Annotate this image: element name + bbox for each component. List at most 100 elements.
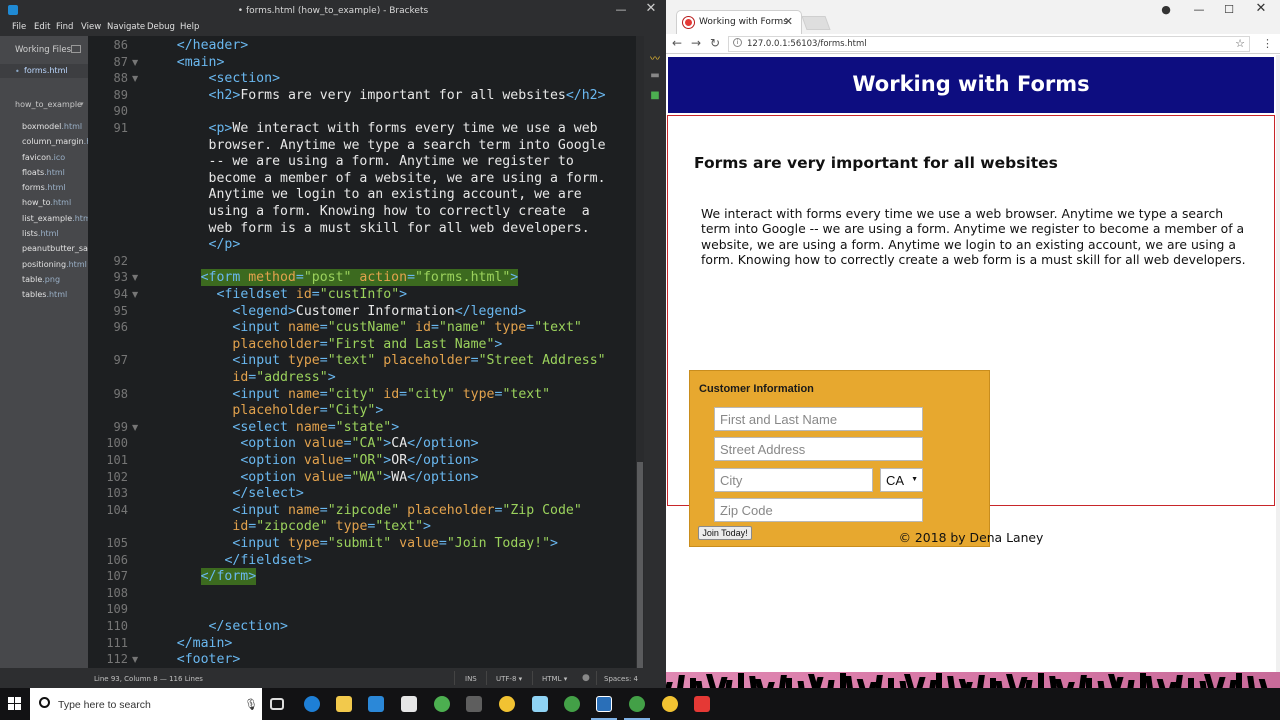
site-info-icon[interactable]: i [733,38,742,47]
fold-arrow-icon[interactable]: ▼ [132,74,138,83]
browser-tab[interactable]: Working with Forms ✕ [676,10,802,34]
city-input[interactable]: City [714,468,873,492]
code-line[interactable]: browser. Anytime we type a search term i… [140,137,638,154]
project-dropdown-icon[interactable]: ▾ [80,100,84,108]
reload-icon[interactable]: ↻ [710,36,720,50]
bookmark-star-icon[interactable]: ☆ [1235,37,1245,50]
fold-arrow-icon[interactable]: ▼ [132,58,138,67]
chrome-taskbar-icon[interactable] [434,696,450,712]
code-line[interactable]: <fieldset id="custInfo"> [140,286,638,303]
code-line[interactable]: </fieldset> [140,552,638,569]
page-scrollbar[interactable] [1276,55,1280,672]
editor-scrollbar[interactable] [636,36,644,668]
lint-status-icon[interactable]: ● [582,673,590,683]
code-line[interactable] [140,253,638,270]
split-view-icon[interactable] [71,45,81,53]
app-icon[interactable] [694,696,710,712]
code-line[interactable]: placeholder="City"> [140,402,638,419]
fold-arrow-icon[interactable]: ▼ [132,655,138,664]
menu-file[interactable]: File [12,22,26,32]
code-line[interactable]: </header> [140,37,638,54]
code-line[interactable]: Anytime we login to an existing account,… [140,186,638,203]
windows-start-icon[interactable] [8,697,22,711]
code-line[interactable]: become a member of a website, we are usi… [140,170,638,187]
microphone-icon[interactable]: 🎙 [244,698,258,711]
name-input[interactable]: First and Last Name [714,407,923,431]
fold-arrow-icon[interactable]: ▼ [132,423,138,432]
code-line[interactable]: <input type="submit" value="Join Today!"… [140,535,638,552]
app-icon[interactable] [532,696,548,712]
code-line[interactable]: <main> [140,54,638,71]
project-file-item[interactable]: forms.html [22,183,88,198]
code-area[interactable]: </header> <main> <section> <h2>Forms are ve… [140,36,638,668]
chrome-canary-icon[interactable] [662,696,678,712]
fold-arrow-icon[interactable]: ▼ [132,290,138,299]
maximize-icon[interactable]: ☐ [1217,3,1241,16]
code-line[interactable]: <input name="custName" id="name" type="t… [140,319,638,336]
close-icon[interactable]: ✕ [636,1,666,16]
chrome-canary-icon[interactable] [499,696,515,712]
code-line[interactable]: <select name="state"> [140,419,638,436]
code-line[interactable]: </section> [140,618,638,635]
code-line[interactable]: placeholder="First and Last Name"> [140,336,638,353]
project-file-item[interactable]: list_example.htm [22,214,88,229]
editor-scroll-thumb[interactable] [637,462,643,668]
project-file-item[interactable]: floats.html [22,168,88,183]
project-file-item[interactable]: positioning.html [22,260,88,275]
code-line[interactable] [140,601,638,618]
code-line[interactable]: web form is a must skill for all web dev… [140,220,638,237]
code-line[interactable]: </select> [140,485,638,502]
code-line[interactable]: <input name="city" id="city" type="text" [140,386,638,403]
code-line[interactable]: <p>We interact with forms every time we … [140,120,638,137]
forward-arrow-icon[interactable]: → [691,36,701,50]
tab-close-icon[interactable]: ✕ [784,15,793,28]
task-view-icon[interactable] [270,698,284,710]
project-file-item[interactable]: peanutbutter_sar [22,244,88,259]
new-tab-button[interactable] [801,16,831,30]
chrome-taskbar-icon[interactable] [564,696,580,712]
project-file-item[interactable]: boxmodel.html [22,122,88,137]
indent-spaces[interactable]: Spaces: 4 [604,675,638,683]
code-line[interactable]: <h2>Forms are very important for all web… [140,87,638,104]
menu-edit[interactable]: Edit [34,22,50,32]
working-file-item[interactable]: • forms.html [0,64,88,78]
project-file-item[interactable]: lists.html [22,229,88,244]
code-line[interactable]: </form> [140,568,638,586]
profile-icon[interactable]: ● [1154,3,1178,16]
menu-navigate[interactable]: Navigate [107,22,145,32]
linter-icon[interactable]: ■ [648,90,662,102]
url-text[interactable]: 127.0.0.1:56103/forms.html [747,39,867,49]
menu-help[interactable]: Help [180,22,199,32]
close-icon[interactable]: ✕ [1249,1,1273,16]
menu-debug[interactable]: Debug [147,22,175,32]
insert-mode[interactable]: INS [465,675,477,683]
minimize-icon[interactable]: — [606,3,636,16]
menu-view[interactable]: View [81,22,101,32]
fold-arrow-icon[interactable]: ▼ [132,273,138,282]
code-line[interactable]: <footer> [140,651,638,668]
project-file-item[interactable]: how_to.html [22,198,88,213]
code-line[interactable]: </main> [140,635,638,652]
code-line[interactable]: <legend>Customer Information</legend> [140,303,638,320]
code-line[interactable]: <input type="text" placeholder="Street A… [140,352,638,369]
extension-manager-icon[interactable]: ▬ [648,70,662,82]
chrome-menu-icon[interactable]: ⋮ [1262,37,1273,50]
store-icon[interactable] [368,696,384,712]
code-line[interactable]: -- we are using a form. Anytime we regis… [140,153,638,170]
menu-find[interactable]: Find [56,22,73,32]
live-preview-icon[interactable]: 〰 [648,50,662,65]
app-icon[interactable] [466,696,482,712]
code-line[interactable] [140,103,638,120]
file-explorer-icon[interactable] [336,696,352,712]
chrome-taskbar-icon[interactable] [629,696,645,712]
mail-icon[interactable] [401,696,417,712]
project-name[interactable]: how_to_example [15,100,82,109]
code-editor[interactable]: 86 87 ▼ 88 ▼ 89 90 91 92 93 ▼ 94 ▼ 95 96 97 98 99 ▼ 100 101 1… [88,36,638,668]
brackets-taskbar-icon[interactable] [596,696,612,712]
code-line[interactable]: using a form. Knowing how to correctly c… [140,203,638,220]
code-line[interactable]: <input name="zipcode" placeholder="Zip C… [140,502,638,519]
code-line[interactable]: <form method="post" action="forms.html"> [140,269,638,287]
edge-icon[interactable] [304,696,320,712]
code-line[interactable]: <section> [140,70,638,87]
language-select[interactable]: HTML ▾ [542,675,567,683]
